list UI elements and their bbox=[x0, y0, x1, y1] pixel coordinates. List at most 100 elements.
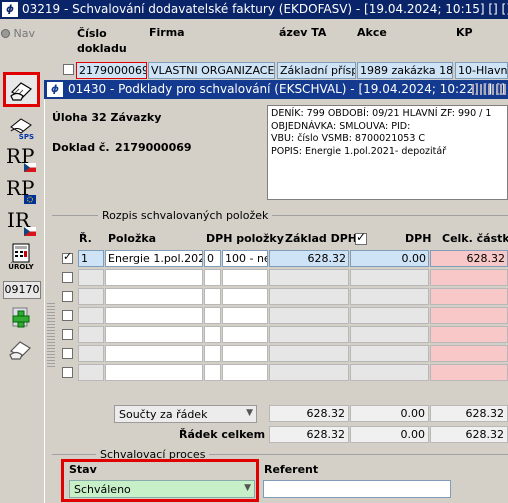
empty-cell[interactable] bbox=[204, 345, 221, 362]
empty-cell[interactable] bbox=[78, 364, 104, 381]
stav-label: Stav bbox=[69, 463, 97, 476]
rp-cz-button[interactable]: RP bbox=[4, 144, 38, 174]
empty-cell[interactable] bbox=[204, 269, 221, 286]
czech-flag-icon bbox=[24, 227, 36, 236]
row-checkbox[interactable] bbox=[62, 329, 73, 340]
empty-cell[interactable] bbox=[269, 288, 349, 305]
rp-eu-button[interactable]: RP bbox=[4, 176, 38, 206]
empty-cell[interactable] bbox=[204, 288, 221, 305]
ir-button[interactable]: IR bbox=[4, 208, 38, 238]
empty-cell[interactable] bbox=[430, 307, 508, 324]
empty-cell[interactable] bbox=[430, 364, 508, 381]
empty-cell[interactable] bbox=[222, 345, 268, 362]
soucty-zaklad: 628.32 bbox=[269, 405, 349, 422]
empty-cell[interactable] bbox=[269, 364, 349, 381]
col-kp[interactable]: KP bbox=[456, 26, 473, 39]
empty-cell[interactable] bbox=[222, 288, 268, 305]
empty-cell[interactable] bbox=[78, 307, 104, 324]
approve-tool-button[interactable] bbox=[3, 72, 40, 107]
info-line-3: VBU: číslo VSMB: 8700021053 C bbox=[271, 133, 426, 144]
soucty-select[interactable]: Součty za řádek ▼ bbox=[114, 405, 257, 423]
empty-cell[interactable] bbox=[222, 269, 268, 286]
empty-cell[interactable] bbox=[350, 288, 429, 305]
col-polozka[interactable]: Položka bbox=[108, 232, 156, 245]
col-r[interactable]: Ř. bbox=[79, 232, 92, 245]
document-tool-button[interactable] bbox=[4, 334, 38, 364]
app-logo-icon: ɸ bbox=[2, 2, 18, 17]
empty-cell[interactable] bbox=[78, 288, 104, 305]
col-celk-castka[interactable]: Celk. částka bbox=[442, 232, 508, 245]
empty-cell[interactable] bbox=[105, 345, 203, 362]
nav-toggle[interactable]: Nav bbox=[1, 27, 41, 41]
empty-cell[interactable] bbox=[105, 288, 203, 305]
doklad-value: 2179000069 bbox=[115, 141, 192, 154]
empty-cell[interactable] bbox=[269, 326, 349, 343]
outer-row-checkbox[interactable] bbox=[63, 64, 74, 75]
col-dph[interactable]: DPH bbox=[405, 232, 431, 245]
row-drag-handle[interactable] bbox=[47, 303, 55, 369]
empty-cell[interactable] bbox=[105, 307, 203, 324]
empty-cell[interactable] bbox=[105, 269, 203, 286]
row-zaklad[interactable]: 628.32 bbox=[269, 250, 349, 267]
empty-cell[interactable] bbox=[78, 345, 104, 362]
empty-cell[interactable] bbox=[105, 364, 203, 381]
radek-label: Řádek celkem bbox=[179, 428, 266, 441]
referent-field[interactable] bbox=[263, 480, 451, 498]
empty-cell[interactable] bbox=[430, 288, 508, 305]
col-cislo-dokladu[interactable]: Číslo dokladu bbox=[77, 26, 147, 56]
radek-dph: 0.00 bbox=[350, 426, 429, 443]
empty-cell[interactable] bbox=[430, 345, 508, 362]
row-checkbox[interactable] bbox=[62, 367, 73, 378]
empty-cell[interactable] bbox=[350, 364, 429, 381]
row-checkbox[interactable] bbox=[62, 310, 73, 321]
row-dph[interactable]: 0.00 bbox=[350, 250, 429, 267]
empty-cell[interactable] bbox=[204, 307, 221, 324]
row-celk[interactable]: 628.32 bbox=[430, 250, 508, 267]
empty-cell[interactable] bbox=[78, 326, 104, 343]
chevron-down-icon: ▼ bbox=[246, 408, 253, 418]
empty-cell[interactable] bbox=[105, 326, 203, 343]
stav-select[interactable]: Schváleno ▼ bbox=[69, 480, 255, 498]
chevron-down-icon: ▼ bbox=[244, 483, 251, 493]
empty-cell[interactable] bbox=[269, 345, 349, 362]
row-r[interactable]: 1 bbox=[78, 250, 104, 267]
soucty-label: Součty za řádek bbox=[119, 408, 208, 421]
outer-row-kp[interactable]: 10-Hlavní bbox=[455, 62, 508, 79]
empty-cell[interactable] bbox=[269, 307, 349, 324]
col-akce[interactable]: Akce bbox=[357, 26, 387, 39]
col-dph-polozky[interactable]: DPH položky bbox=[206, 232, 284, 245]
empty-cell[interactable] bbox=[350, 345, 429, 362]
row-dph-code[interactable]: 0 bbox=[204, 250, 221, 267]
outer-row-firma[interactable]: VLASTNI ORGANIZACE ( bbox=[148, 62, 275, 79]
empty-cell[interactable] bbox=[204, 364, 221, 381]
calculator-icon bbox=[12, 243, 30, 263]
col-firma[interactable]: Firma bbox=[149, 26, 185, 39]
empty-cell[interactable] bbox=[430, 326, 508, 343]
row-checkbox[interactable] bbox=[62, 291, 73, 302]
czech-flag-icon bbox=[24, 163, 36, 172]
row-checkbox[interactable] bbox=[62, 272, 73, 283]
empty-cell[interactable] bbox=[204, 326, 221, 343]
row-checkbox[interactable] bbox=[62, 348, 73, 359]
uroly-button[interactable]: ÚROLY bbox=[4, 242, 38, 272]
empty-cell[interactable] bbox=[222, 307, 268, 324]
empty-cell[interactable] bbox=[350, 326, 429, 343]
uroly-label: ÚROLY bbox=[8, 263, 34, 271]
add-button[interactable] bbox=[4, 303, 38, 333]
row-polozka[interactable]: Energie 1.pol.2021- bbox=[105, 250, 203, 267]
empty-cell[interactable] bbox=[350, 307, 429, 324]
empty-cell[interactable] bbox=[350, 269, 429, 286]
col-nazev-ta[interactable]: ázev TA bbox=[279, 26, 326, 39]
outer-title: 03219 - Schvalování dodavatelské faktury… bbox=[22, 2, 508, 16]
outer-row-nazev-ta[interactable]: Základní příspě bbox=[277, 62, 356, 79]
outer-row-cislo[interactable]: 2179000069 bbox=[76, 62, 147, 79]
outer-row-akce[interactable]: 1989 zakázka 187 bbox=[357, 62, 453, 79]
empty-cell[interactable] bbox=[222, 364, 268, 381]
empty-cell[interactable] bbox=[430, 269, 508, 286]
row-dph-polozky[interactable]: 100 - ne bbox=[222, 250, 268, 267]
empty-cell[interactable] bbox=[78, 269, 104, 286]
empty-cell[interactable] bbox=[269, 269, 349, 286]
col-zaklad-dph[interactable]: Základ DPH bbox=[285, 232, 357, 245]
sps-button[interactable]: SPS bbox=[4, 112, 38, 142]
empty-cell[interactable] bbox=[222, 326, 268, 343]
